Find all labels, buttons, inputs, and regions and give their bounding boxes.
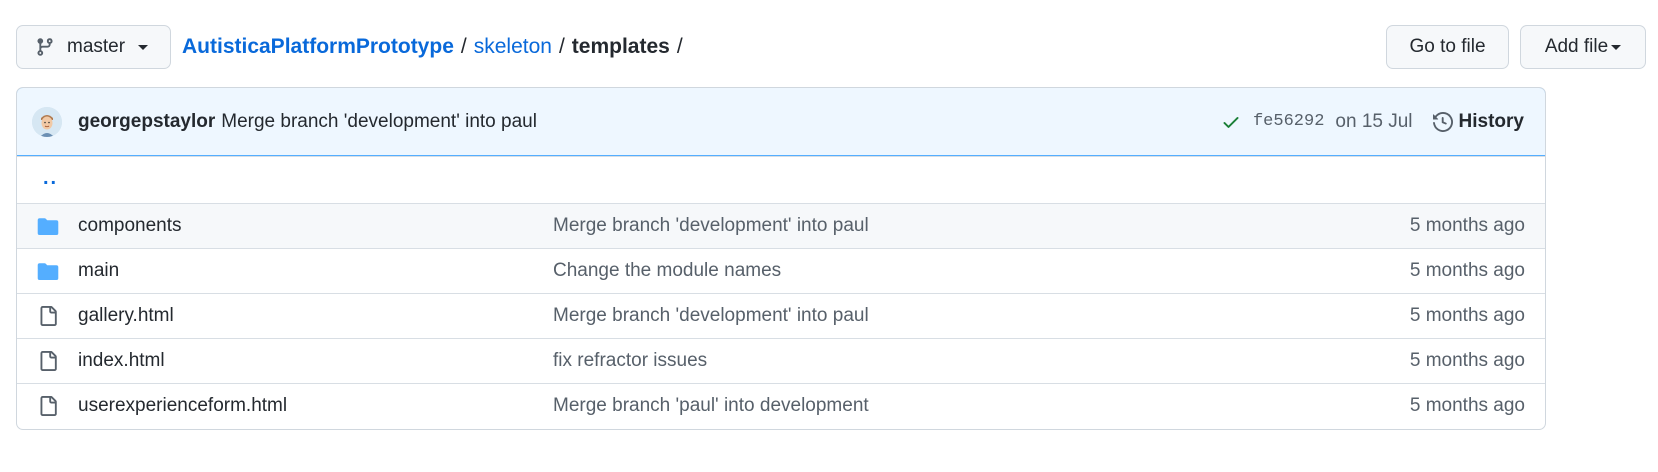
file-icon	[37, 395, 59, 417]
file-name-link[interactable]: main	[78, 260, 553, 282]
file-commit-message-link[interactable]: Merge branch 'development' into paul	[553, 215, 869, 237]
branch-label: master	[67, 36, 126, 57]
commit-date: on 15 Jul	[1335, 110, 1413, 132]
file-icon	[37, 305, 59, 327]
history-label: History	[1458, 110, 1524, 132]
chevron-down-icon	[138, 44, 149, 50]
history-icon	[1432, 111, 1453, 132]
breadcrumb-separator: /	[558, 35, 565, 58]
file-age: 5 months ago	[1409, 215, 1525, 236]
file-row-main[interactable]: main Change the module names 5 months ag…	[17, 248, 1545, 293]
breadcrumb-repo-link[interactable]: AutisticaPlatformPrototype	[182, 35, 454, 59]
branch-icon	[37, 38, 53, 56]
file-commit-message-link[interactable]: fix refractor issues	[553, 350, 707, 372]
folder-icon	[37, 215, 59, 237]
avatar-icon	[32, 106, 62, 137]
file-name-link[interactable]: gallery.html	[78, 305, 553, 327]
file-commit-message-link[interactable]: Change the module names	[553, 260, 781, 282]
parent-directory-row[interactable]: ..	[17, 156, 1545, 203]
avatar[interactable]	[32, 106, 62, 137]
file-browser: georgepstaylor Merge branch 'development…	[16, 87, 1546, 430]
file-age: 5 months ago	[1409, 350, 1525, 371]
parent-directory-link[interactable]: ..	[43, 167, 58, 190]
commit-author-link[interactable]: georgepstaylor	[78, 111, 215, 133]
file-age: 5 months ago	[1409, 305, 1525, 326]
repo-toolbar: master AutisticaPlatformPrototype / skel…	[16, 25, 1646, 69]
file-name-link[interactable]: userexperienceform.html	[78, 395, 553, 417]
file-row-gallery[interactable]: gallery.html Merge branch 'development' …	[17, 293, 1545, 338]
file-age: 5 months ago	[1409, 395, 1525, 416]
breadcrumb-current: templates	[571, 35, 670, 58]
chevron-down-icon	[1611, 44, 1622, 50]
breadcrumb-skeleton-link[interactable]: skeleton	[474, 35, 552, 59]
add-file-button[interactable]: Add file	[1520, 25, 1646, 69]
branch-select-button[interactable]: master	[16, 25, 171, 69]
latest-commit-bar: georgepstaylor Merge branch 'development…	[17, 88, 1545, 156]
file-commit-message-link[interactable]: Merge branch 'paul' into development	[553, 395, 869, 417]
file-icon	[37, 350, 59, 372]
file-name-link[interactable]: components	[78, 215, 553, 237]
go-to-file-button[interactable]: Go to file	[1386, 25, 1509, 69]
folder-icon	[37, 260, 59, 282]
file-age: 5 months ago	[1409, 260, 1525, 281]
breadcrumb: AutisticaPlatformPrototype / skeleton / …	[182, 35, 690, 59]
file-row-userexperienceform[interactable]: userexperienceform.html Merge branch 'pa…	[17, 383, 1545, 428]
commit-sha-link[interactable]: fe56292	[1253, 112, 1324, 131]
commit-message-link[interactable]: Merge branch 'development' into paul	[221, 111, 537, 133]
breadcrumb-separator: /	[676, 35, 683, 58]
add-file-label: Add file	[1544, 36, 1609, 57]
history-link[interactable]: History	[1432, 110, 1524, 133]
file-row-components[interactable]: components Merge branch 'development' in…	[17, 203, 1545, 248]
file-row-index[interactable]: index.html fix refractor issues 5 months…	[17, 338, 1545, 383]
breadcrumb-separator: /	[460, 35, 467, 58]
file-commit-message-link[interactable]: Merge branch 'development' into paul	[553, 305, 869, 327]
check-icon[interactable]	[1221, 112, 1241, 132]
file-name-link[interactable]: index.html	[78, 350, 553, 372]
